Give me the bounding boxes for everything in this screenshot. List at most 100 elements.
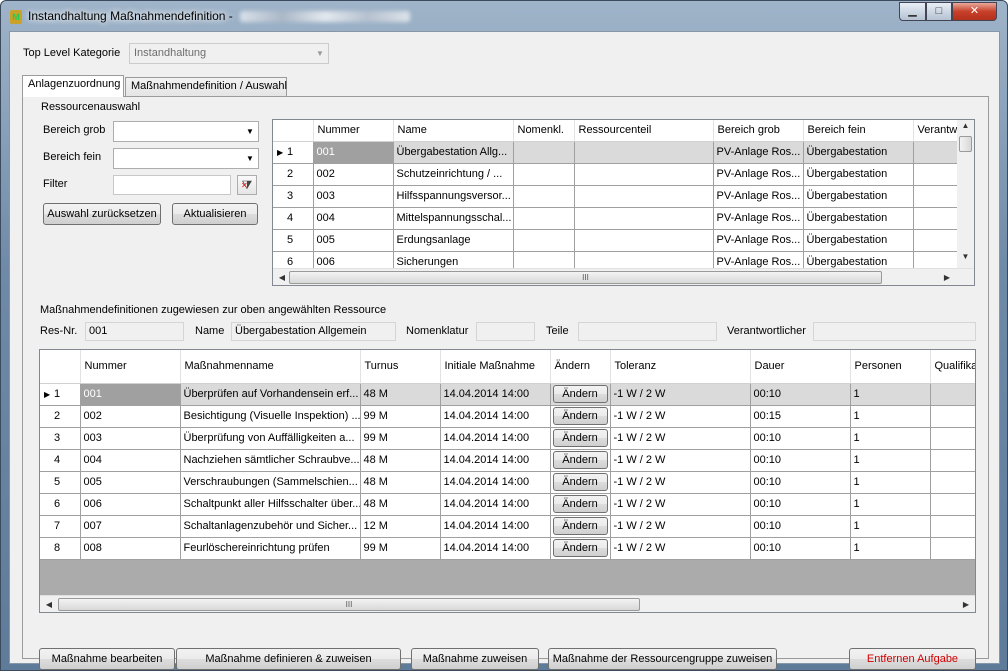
measure-cell-personen[interactable]: 1: [850, 405, 931, 428]
col-header-turnus[interactable]: Turnus: [360, 350, 441, 384]
resource-grid[interactable]: Nummer Name Nomenkl. Ressourcenteil Bere…: [272, 119, 975, 286]
measure-cell[interactable]: [930, 405, 975, 428]
resource-cell[interactable]: PV-Anlage Ros...: [713, 141, 804, 164]
assign-resource-group-button[interactable]: Maßnahme der Ressourcengruppe zuweisen: [548, 648, 777, 670]
resource-cell[interactable]: [513, 185, 575, 208]
measure-row[interactable]: 8 008 Feurlöschereinrichtung prüfen 99 M 14.…: [40, 537, 975, 560]
remove-task-button[interactable]: Entfernen Aufgabe: [849, 648, 976, 670]
measure-cell[interactable]: [930, 537, 975, 560]
measure-cell-personen[interactable]: 1: [850, 427, 931, 450]
measure-cell-turnus[interactable]: 48 M: [360, 449, 441, 472]
change-cell[interactable]: Ändern: [550, 537, 611, 560]
measure-cell-name[interactable]: Nachziehen sämtlicher Schraubve...: [180, 449, 361, 472]
resource-cell[interactable]: [574, 229, 714, 252]
change-button[interactable]: Ändern: [552, 473, 608, 491]
measure-cell-dauer[interactable]: 00:10: [750, 493, 851, 516]
measure-cell-personen[interactable]: 1: [850, 515, 931, 538]
change-button[interactable]: Ändern: [552, 407, 608, 425]
tab-anlagenzuordnung[interactable]: Anlagenzuordnung: [22, 75, 124, 97]
scroll-thumb[interactable]: III: [289, 271, 882, 284]
measure-cell-personen[interactable]: 1: [850, 493, 931, 516]
measure-cell[interactable]: [930, 515, 975, 538]
resource-cell[interactable]: PV-Anlage Ros...: [713, 229, 804, 252]
measure-cell-toleranz[interactable]: -1 W / 2 W: [610, 515, 751, 538]
scroll-left-icon[interactable]: ◀: [42, 598, 56, 611]
measure-cell-personen[interactable]: 1: [850, 537, 931, 560]
minimize-button[interactable]: ▁: [899, 2, 926, 21]
measure-cell-turnus[interactable]: 99 M: [360, 427, 441, 450]
change-cell[interactable]: Ändern: [550, 405, 611, 428]
measure-cell-initial[interactable]: 14.04.2014 14:00: [440, 537, 551, 560]
row-header[interactable]: 4: [273, 207, 314, 230]
resource-cell[interactable]: [513, 141, 575, 164]
scroll-thumb[interactable]: III: [58, 598, 640, 611]
measure-cell-nummer[interactable]: 001: [80, 383, 181, 406]
filter-input[interactable]: [113, 175, 231, 195]
change-cell[interactable]: Ändern: [550, 427, 611, 450]
measure-cell-toleranz[interactable]: -1 W / 2 W: [610, 471, 751, 494]
change-cell[interactable]: Ändern: [550, 493, 611, 516]
bereich-fein-select[interactable]: ▼: [113, 148, 259, 169]
resource-cell[interactable]: 005: [313, 229, 394, 252]
measure-cell-name[interactable]: Schaltpunkt aller Hilfsschalter über...: [180, 493, 361, 516]
row-header[interactable]: 5: [40, 471, 81, 494]
change-button[interactable]: Ändern: [552, 429, 608, 447]
measure-cell-personen[interactable]: 1: [850, 449, 931, 472]
row-header[interactable]: 3: [40, 427, 81, 450]
measure-cell-nummer[interactable]: 004: [80, 449, 181, 472]
resource-cell[interactable]: [574, 141, 714, 164]
change-cell[interactable]: Ändern: [550, 449, 611, 472]
change-button[interactable]: Ändern: [552, 539, 608, 557]
measure-cell-dauer[interactable]: 00:10: [750, 449, 851, 472]
measure-cell[interactable]: [930, 493, 975, 516]
measure-cell-initial[interactable]: 14.04.2014 14:00: [440, 449, 551, 472]
col-header-dauer[interactable]: Dauer: [750, 350, 851, 384]
measure-cell-name[interactable]: Feurlöschereinrichtung prüfen: [180, 537, 361, 560]
resource-cell[interactable]: [913, 207, 958, 230]
col-header-name[interactable]: Name: [393, 120, 514, 142]
scroll-down-icon[interactable]: ▼: [959, 252, 972, 266]
scroll-thumb[interactable]: [959, 136, 972, 152]
reset-selection-button[interactable]: Auswahl zurücksetzen: [43, 203, 161, 225]
change-cell[interactable]: Ändern: [550, 515, 611, 538]
measure-cell-toleranz[interactable]: -1 W / 2 W: [610, 493, 751, 516]
col-header-bereich-fein[interactable]: Bereich fein: [803, 120, 914, 142]
resource-cell[interactable]: Erdungsanlage: [393, 229, 514, 252]
measure-cell-nummer[interactable]: 006: [80, 493, 181, 516]
resource-cell[interactable]: [913, 163, 958, 186]
clear-filter-icon[interactable]: ✕ ⧩: [237, 175, 257, 195]
measure-cell-dauer[interactable]: 00:15: [750, 405, 851, 428]
resource-row[interactable]: 4 004 Mittelspannungsschal... PV-Anlage Ros…: [273, 207, 958, 230]
measure-cell-nummer[interactable]: 003: [80, 427, 181, 450]
scroll-up-icon[interactable]: ▲: [959, 121, 972, 135]
measure-row[interactable]: 6 006 Schaltpunkt aller Hilfsschalter über…: [40, 493, 975, 516]
resource-row[interactable]: 2 002 Schutzeinrichtung / ... PV-Anlage Ros…: [273, 163, 958, 186]
resource-vertical-scrollbar[interactable]: ▲ ▼: [957, 120, 974, 268]
resource-cell[interactable]: Mittelspannungsschal...: [393, 207, 514, 230]
measure-cell-initial[interactable]: 14.04.2014 14:00: [440, 427, 551, 450]
change-cell[interactable]: Ändern: [550, 383, 611, 406]
resource-cell[interactable]: [574, 163, 714, 186]
measure-cell-nummer[interactable]: 002: [80, 405, 181, 428]
col-header-nummer[interactable]: Nummer: [80, 350, 181, 384]
row-header[interactable]: 6: [40, 493, 81, 516]
measure-row[interactable]: 7 007 Schaltanlagenzubehör und Sicher... 12…: [40, 515, 975, 538]
col-header-nummer[interactable]: Nummer: [313, 120, 394, 142]
resource-cell[interactable]: PV-Anlage Ros...: [713, 163, 804, 186]
measure-cell-toleranz[interactable]: -1 W / 2 W: [610, 427, 751, 450]
resource-cell[interactable]: Übergabestation: [803, 207, 914, 230]
measure-cell-toleranz[interactable]: -1 W / 2 W: [610, 449, 751, 472]
measure-cell-turnus[interactable]: 48 M: [360, 493, 441, 516]
measure-cell-toleranz[interactable]: -1 W / 2 W: [610, 405, 751, 428]
measure-cell[interactable]: [930, 449, 975, 472]
measure-cell-turnus[interactable]: 48 M: [360, 471, 441, 494]
resource-cell[interactable]: [574, 207, 714, 230]
row-header[interactable]: 2: [273, 163, 314, 186]
measure-cell-turnus[interactable]: 99 M: [360, 537, 441, 560]
measure-cell[interactable]: [930, 471, 975, 494]
resource-cell[interactable]: 004: [313, 207, 394, 230]
measure-cell-personen[interactable]: 1: [850, 383, 931, 406]
resource-cell[interactable]: Übergabestation: [803, 141, 914, 164]
scroll-right-icon[interactable]: ▶: [959, 598, 973, 611]
resource-cell[interactable]: 003: [313, 185, 394, 208]
